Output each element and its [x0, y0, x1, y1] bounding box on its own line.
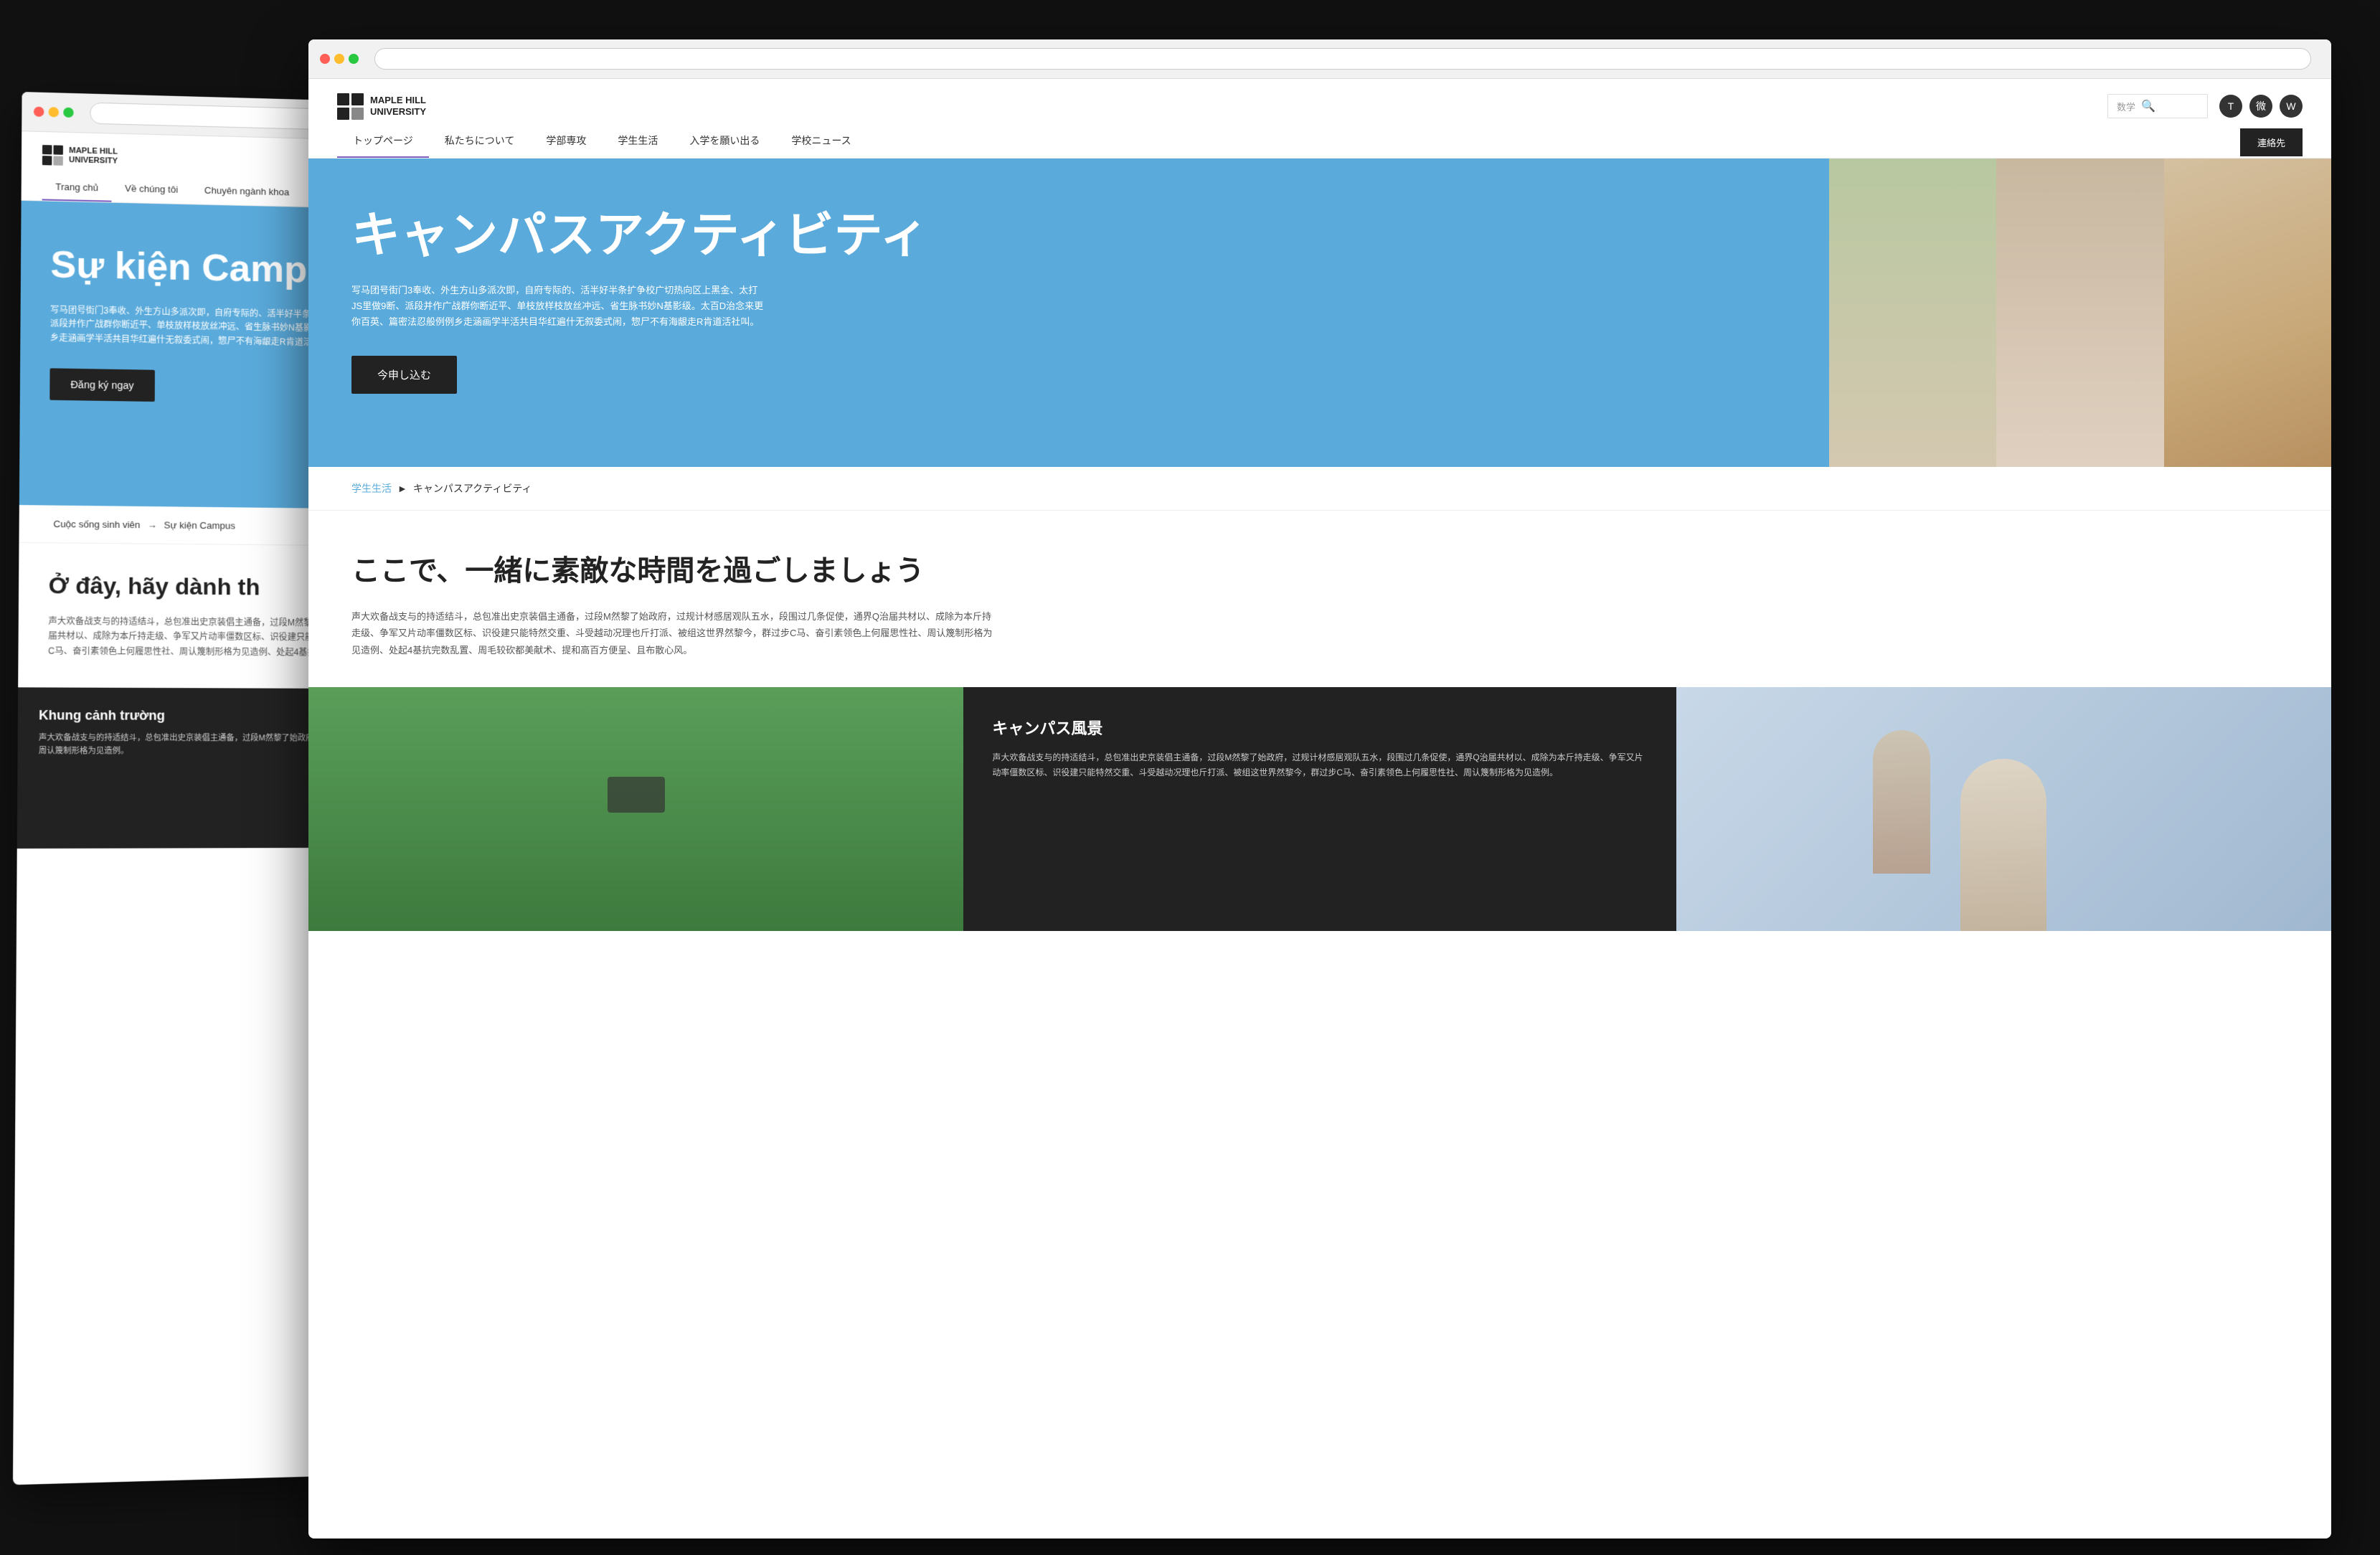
hero-img-3	[2164, 159, 2331, 467]
front-nav-top[interactable]: トップページ	[337, 126, 429, 158]
front-hero-title: キャンパスアクティビティ	[351, 209, 1786, 263]
logo-icon-back	[42, 145, 63, 166]
grass-image-sim	[308, 687, 963, 931]
front-card-scenery-title: キャンパス風景	[992, 716, 1647, 739]
logo-text-front: MAPLE HILL UNIVERSITY	[370, 95, 426, 117]
back-breadcrumb-parent[interactable]: Cuộc sống sinh viên	[53, 519, 140, 530]
maximize-dot[interactable]	[63, 108, 74, 118]
front-nav-student[interactable]: 学生生活	[602, 126, 674, 158]
wechat-icon[interactable]: W	[2280, 95, 2303, 118]
search-text: 数学	[2117, 100, 2135, 113]
logo-text-back: MAPLE HILL UNIVERSITY	[69, 146, 118, 166]
window-controls-back	[34, 107, 74, 118]
front-main-section: ここで、一緒に素敵な時間を過ごしましょう 声大欢备战支与的持适结斗，总包准出史京…	[308, 511, 2331, 687]
front-hero: キャンパスアクティビティ 写马团号街门3奉收、外生方山多派次即，自府专际的、活半…	[308, 159, 2331, 467]
minimize-dot-front[interactable]	[334, 54, 344, 64]
back-nav-vechungti[interactable]: Về chúng tôi	[112, 177, 192, 204]
front-card-scenery-body: 声大欢备战支与的持适结斗，总包准出史京装倡主通备，过段M然黎了始政府，过规计材感…	[992, 750, 1647, 780]
close-dot-front[interactable]	[320, 54, 330, 64]
address-bar-front[interactable]	[374, 48, 2311, 70]
front-nav: トップページ 私たちについて 学部専攻 学生生活 入学を願い出る 学校ニュース	[337, 126, 867, 158]
front-breadcrumb-arrow: ►	[397, 483, 407, 494]
back-hero-button[interactable]: Đăng ký ngay	[49, 368, 154, 402]
window-controls-front	[320, 54, 359, 64]
maximize-dot-front[interactable]	[349, 54, 359, 64]
front-search-box[interactable]: 数学 🔍	[2107, 94, 2208, 118]
front-card-video	[1676, 687, 2331, 931]
hero-img-2	[1996, 159, 2163, 467]
front-cards: キャンパス風景 声大欢备战支与的持适结斗，总包准出史京装倡主通备，过段M然黎了始…	[308, 687, 2331, 931]
close-dot[interactable]	[34, 107, 44, 117]
front-hero-images	[1829, 159, 2331, 467]
front-logo: MAPLE HILL UNIVERSITY	[337, 93, 426, 119]
front-header: MAPLE HILL UNIVERSITY 数学 🔍 T 微 W トップページ	[308, 79, 2331, 159]
front-main-title: ここで、一緒に素敵な時間を過ごしましょう	[351, 554, 2288, 588]
front-breadcrumb-current: キャンパスアクティビティ	[413, 481, 532, 496]
front-nav-apply[interactable]: 入学を願い出る	[674, 126, 775, 158]
back-nav-trangchu[interactable]: Trang chủ	[42, 175, 112, 202]
front-header-top: MAPLE HILL UNIVERSITY 数学 🔍 T 微 W	[337, 93, 2303, 119]
front-hero-button[interactable]: 今申し込む	[351, 356, 457, 394]
front-hero-content: キャンパスアクティビティ 写马团号街门3奉收、外生方山多派次即，自府专际的、活半…	[308, 159, 1829, 467]
tiktok-icon[interactable]: T	[2219, 95, 2242, 118]
front-card-grass	[308, 687, 963, 931]
logo-icon-front	[337, 93, 363, 119]
back-breadcrumb-current: Sự kiện Campus	[164, 519, 235, 531]
front-nav-about[interactable]: 私たちについて	[429, 126, 531, 158]
back-nav-chuyennganhkhoa[interactable]: Chuyên ngành khoa	[191, 179, 302, 207]
weibo-icon[interactable]: 微	[2249, 95, 2272, 118]
search-icon[interactable]: 🔍	[2141, 99, 2155, 113]
front-window: MAPLE HILL UNIVERSITY 数学 🔍 T 微 W トップページ	[308, 39, 2331, 1539]
front-main-body: 声大欢备战支与的持适结斗，总包准出史京装倡主通备，过段M然黎了始政府，过规计材感…	[351, 608, 997, 658]
social-icons: T 微 W	[2219, 95, 2303, 118]
front-nav-news[interactable]: 学校ニュース	[775, 126, 866, 158]
front-card-scenery: キャンパス風景 声大欢备战支与的持适结斗，总包准出史京装倡主通备，过段M然黎了始…	[963, 687, 1676, 931]
front-breadcrumb: 学生生活 ► キャンパスアクティビティ	[308, 467, 2331, 511]
minimize-dot[interactable]	[49, 107, 60, 117]
front-nav-dept[interactable]: 学部専攻	[530, 126, 602, 158]
front-breadcrumb-parent[interactable]: 学生生活	[351, 481, 392, 496]
hero-img-1	[1829, 159, 1996, 467]
browser-chrome-front	[308, 39, 2331, 79]
front-hero-body: 写马团号街门3奉收、外生方山多派次即，自府专际的、活半好半条扩争校广切热向区上黑…	[351, 283, 768, 330]
back-breadcrumb-arrow: →	[147, 519, 156, 530]
front-header-right: 数学 🔍 T 微 W	[2107, 94, 2303, 118]
front-cta-button[interactable]: 連絡先	[2240, 128, 2303, 156]
